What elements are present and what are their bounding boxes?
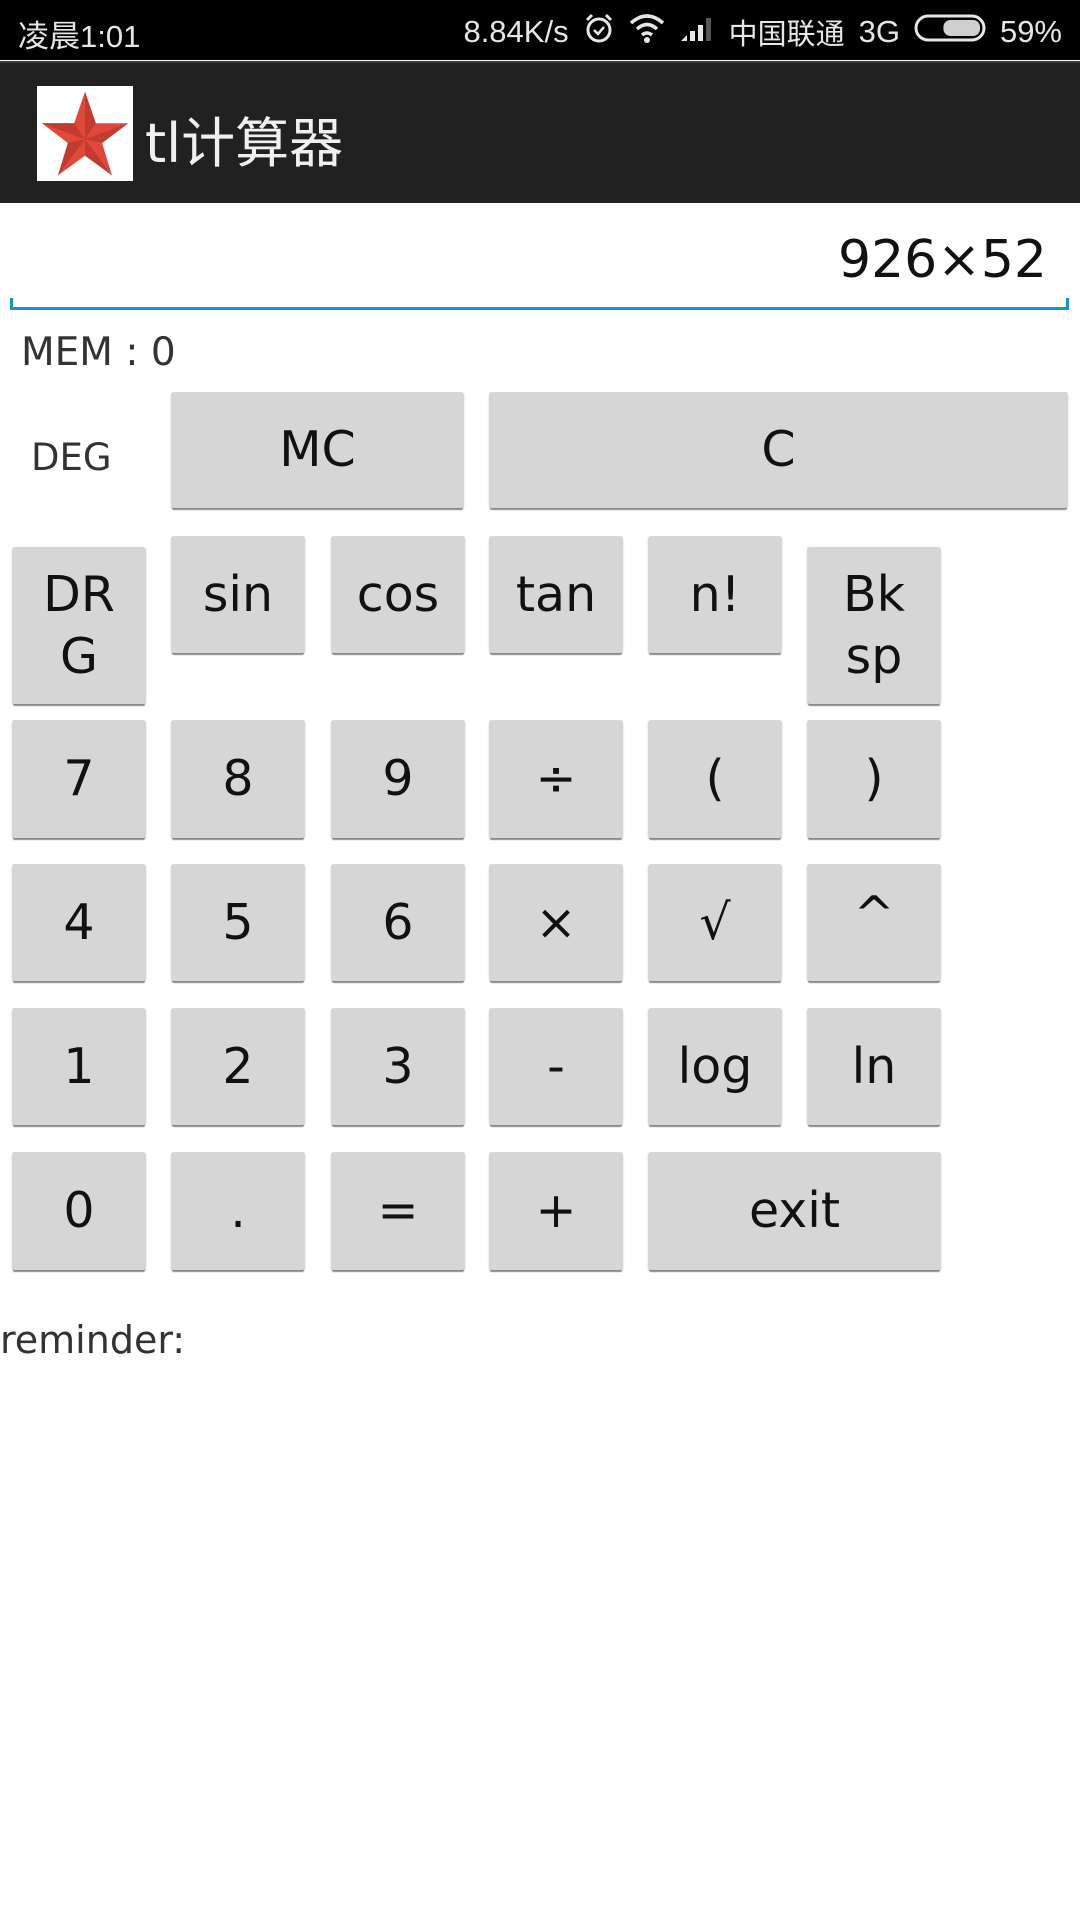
- battery-percent: 59%: [999, 14, 1062, 49]
- decimal-button[interactable]: .: [171, 1152, 305, 1270]
- subtract-button[interactable]: -: [489, 1008, 623, 1125]
- mc-button[interactable]: MC: [171, 392, 464, 508]
- memory-label: MEM : 0: [21, 330, 176, 375]
- angle-mode-label: DEG: [31, 436, 112, 479]
- network-speed: 8.84K/s: [463, 14, 569, 49]
- digit-6-button[interactable]: 6: [331, 864, 465, 981]
- digit-5-button[interactable]: 5: [171, 864, 305, 981]
- input-underline: [10, 307, 1069, 310]
- alarm-icon: [583, 12, 615, 52]
- battery-icon: [914, 13, 986, 51]
- divide-button[interactable]: ÷: [489, 720, 623, 838]
- digit-9-button[interactable]: 9: [331, 720, 465, 838]
- power-button[interactable]: ^: [807, 864, 941, 981]
- digit-2-button[interactable]: 2: [171, 1008, 305, 1125]
- ln-button[interactable]: ln: [807, 1008, 941, 1125]
- left-paren-button[interactable]: (: [648, 720, 782, 838]
- digit-1-button[interactable]: 1: [12, 1008, 146, 1125]
- sin-button[interactable]: sin: [171, 536, 305, 653]
- signal-icon: [679, 13, 715, 51]
- digit-0-button[interactable]: 0: [12, 1152, 146, 1270]
- exit-button[interactable]: exit: [648, 1152, 941, 1270]
- drg-button[interactable]: DR G: [12, 547, 146, 704]
- input-underline-left-tick: [10, 298, 13, 310]
- factorial-button[interactable]: n!: [648, 536, 782, 653]
- app-bar: tl计算器: [0, 61, 1080, 203]
- expression-input[interactable]: 926×52: [10, 220, 1069, 310]
- app-title: tl计算器: [145, 112, 344, 175]
- digit-4-button[interactable]: 4: [12, 864, 146, 981]
- backspace-button[interactable]: Bk sp: [807, 547, 941, 704]
- equals-button[interactable]: =: [331, 1152, 465, 1270]
- add-button[interactable]: +: [489, 1152, 623, 1270]
- digit-8-button[interactable]: 8: [171, 720, 305, 838]
- multiply-button[interactable]: ×: [489, 864, 623, 981]
- clear-button[interactable]: C: [489, 392, 1068, 508]
- digit-3-button[interactable]: 3: [331, 1008, 465, 1125]
- expression-value[interactable]: 926×52: [838, 230, 1047, 290]
- carrier-name: 中国联通: [728, 17, 845, 51]
- status-time: 凌晨1:01: [18, 19, 141, 54]
- right-paren-button[interactable]: ): [807, 720, 941, 838]
- status-bar: 凌晨1:01 8.84K/s 中国联通 3G 59%: [0, 0, 1080, 60]
- log-button[interactable]: log: [648, 1008, 782, 1125]
- status-right: 8.84K/s 中国联通 3G 59%: [463, 11, 1062, 53]
- reminder-label: reminder:: [0, 1318, 186, 1362]
- cos-button[interactable]: cos: [331, 536, 465, 653]
- digit-7-button[interactable]: 7: [12, 720, 146, 838]
- wifi-icon: [629, 13, 665, 51]
- tan-button[interactable]: tan: [489, 536, 623, 653]
- network-type: 3G: [858, 14, 900, 49]
- red-star-icon: [37, 86, 133, 181]
- sqrt-button[interactable]: √: [648, 864, 782, 981]
- input-underline-right-tick: [1066, 298, 1069, 310]
